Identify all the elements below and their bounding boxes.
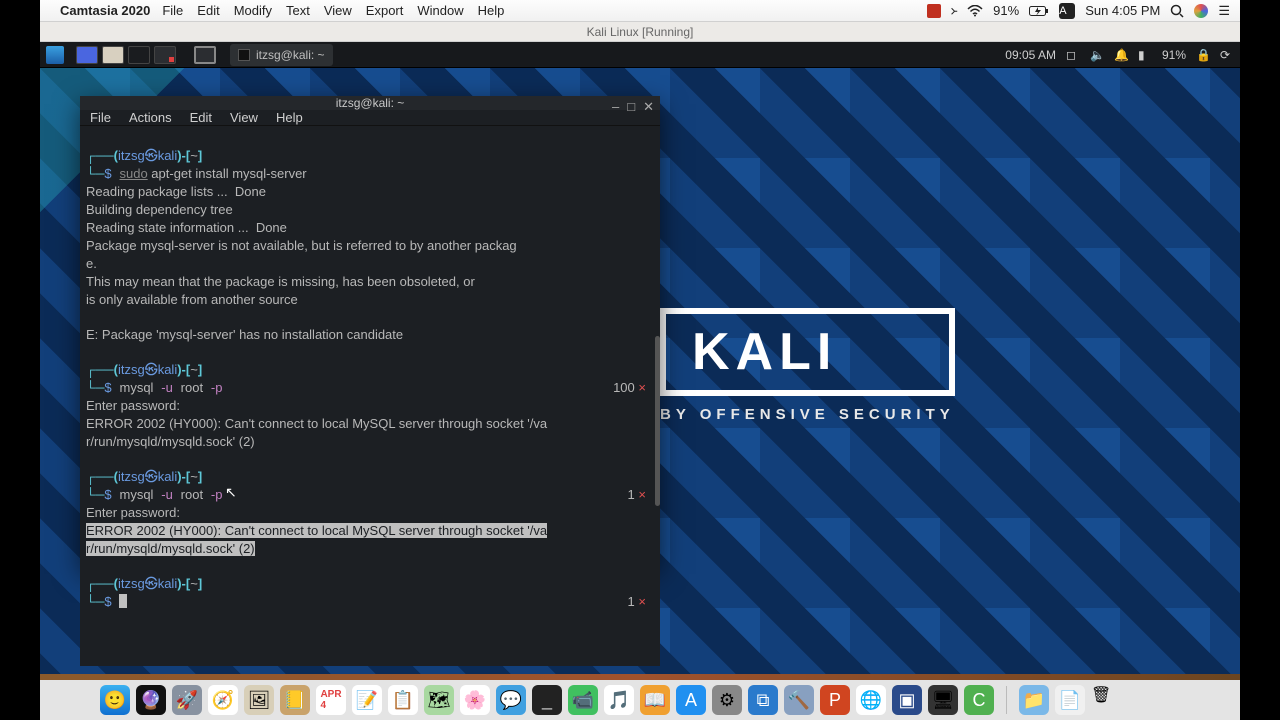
dock-screen-icon[interactable]: 🖥: [928, 685, 958, 715]
wifi-icon[interactable]: [967, 5, 983, 17]
taskbar-window-tab[interactable]: itzsg@kali: ~: [230, 44, 333, 66]
notifications-icon[interactable]: 🔔: [1114, 48, 1128, 62]
dock-terminal-icon[interactable]: _: [532, 685, 562, 715]
account-icon[interactable]: [1194, 4, 1208, 18]
mouse-pointer-icon: ↖: [225, 484, 237, 501]
dock-photos-icon[interactable]: 🌸: [460, 685, 490, 715]
dock-launchpad-icon[interactable]: 🚀: [172, 685, 202, 715]
term-menu-actions[interactable]: Actions: [129, 110, 172, 125]
dock-virtualbox-icon[interactable]: ▣: [892, 685, 922, 715]
mac-menu-file[interactable]: File: [162, 3, 183, 18]
mac-app-name[interactable]: Camtasia 2020: [60, 3, 150, 18]
power-icon[interactable]: ⟳: [1220, 48, 1234, 62]
notification-center-icon[interactable]: ☰: [1218, 3, 1230, 19]
dock-finder-icon[interactable]: 🙂: [100, 685, 130, 715]
volume-icon[interactable]: 🔈: [1090, 48, 1104, 62]
cursor-block: [119, 594, 127, 608]
dock-xcode-icon[interactable]: 🔨: [784, 685, 814, 715]
terminal-mini-icon: [238, 49, 250, 61]
taskbar-window-label: itzsg@kali: ~: [256, 48, 325, 62]
mac-menu-window[interactable]: Window: [417, 3, 463, 18]
terminal-body[interactable]: ┌──(itzsg㉿kali)-[~] └─$ sudo apt-get ins…: [80, 126, 660, 666]
mac-menu-edit[interactable]: Edit: [197, 3, 219, 18]
dock-chrome-icon[interactable]: 🌐: [856, 685, 886, 715]
mac-menu-text[interactable]: Text: [286, 3, 310, 18]
kali-logo-text: KALI: [660, 308, 955, 396]
bluetooth-icon[interactable]: ᚛: [951, 3, 958, 19]
minimize-icon[interactable]: –: [612, 99, 619, 115]
mac-clock[interactable]: Sun 4:05 PM: [1085, 3, 1160, 18]
dock-notes-icon[interactable]: 📝: [352, 685, 382, 715]
taskbar-active-term-icon[interactable]: [194, 46, 216, 64]
charging-icon: [1029, 5, 1049, 17]
kali-logo-subtitle: BY OFFENSIVE SECURITY: [660, 406, 955, 423]
mac-menu-export[interactable]: Export: [366, 3, 404, 18]
dock-messages-icon[interactable]: 💬: [496, 685, 526, 715]
vm-window-title: Kali Linux [Running]: [40, 22, 1240, 42]
taskbar-app-1[interactable]: [76, 46, 98, 64]
term-menu-file[interactable]: File: [90, 110, 111, 125]
dock-preview-icon[interactable]: 🖼: [244, 685, 274, 715]
kali-menu-icon[interactable]: [46, 46, 64, 64]
mac-menu-view[interactable]: View: [324, 3, 352, 18]
term-menu-view[interactable]: View: [230, 110, 258, 125]
dock-camtasia-icon[interactable]: C: [964, 685, 994, 715]
dock-vscode-icon[interactable]: ⧉: [748, 685, 778, 715]
kali-clock[interactable]: 09:05 AM: [1005, 48, 1056, 62]
dock-folder-icon[interactable]: 📁: [1019, 685, 1049, 715]
recording-icon[interactable]: [927, 4, 941, 18]
terminal-titlebar[interactable]: itzsg@kali: ~ – □ ✕: [80, 96, 660, 110]
dock-reminders-icon[interactable]: 📋: [388, 685, 418, 715]
term-menu-help[interactable]: Help: [276, 110, 303, 125]
mac-dock: 🙂 🔮 🚀 🧭 🖼 📒 APR4 📝 📋 🗺 🌸 💬 _ 📹 🎵 📖 A ⚙ ⧉…: [40, 680, 1240, 720]
terminal-title-text: itzsg@kali: ~: [336, 96, 405, 110]
close-icon[interactable]: ✕: [643, 99, 654, 115]
dock-calendar-icon[interactable]: APR4: [316, 685, 346, 715]
mac-menu-modify[interactable]: Modify: [234, 3, 272, 18]
spotlight-icon[interactable]: [1170, 4, 1184, 18]
dock-powerpoint-icon[interactable]: P: [820, 685, 850, 715]
maximize-icon[interactable]: □: [627, 99, 635, 115]
mac-menubar: Camtasia 2020 File Edit Modify Text View…: [40, 0, 1240, 22]
kali-top-panel: itzsg@kali: ~ 09:05 AM ◻ 🔈 🔔 ▮ 91% 🔒 ⟳: [40, 42, 1240, 68]
dock-separator: [1006, 686, 1007, 714]
dock-siri-icon[interactable]: 🔮: [136, 685, 166, 715]
taskbar-files-icon[interactable]: [102, 46, 124, 64]
dock-itunes-icon[interactable]: 🎵: [604, 685, 634, 715]
lock-icon[interactable]: 🔒: [1196, 48, 1210, 62]
terminal-window: itzsg@kali: ~ – □ ✕ File Actions Edit Vi…: [80, 96, 660, 566]
terminal-menubar: File Actions Edit View Help: [80, 110, 660, 126]
dock-contacts-icon[interactable]: 📒: [280, 685, 310, 715]
kali-logo: KALI BY OFFENSIVE SECURITY: [660, 308, 955, 423]
dock-facetime-icon[interactable]: 📹: [568, 685, 598, 715]
mac-menu-help[interactable]: Help: [478, 3, 505, 18]
dock-trash-icon[interactable]: 🗑: [1091, 685, 1119, 715]
dock-maps-icon[interactable]: 🗺: [424, 685, 454, 715]
dock-appstore-icon[interactable]: A: [676, 685, 706, 715]
scrollbar[interactable]: [655, 336, 660, 506]
kali-battery: 91%: [1162, 48, 1186, 62]
input-source-icon[interactable]: A: [1059, 3, 1075, 19]
mac-battery-pct: 91%: [993, 3, 1019, 18]
dock-settings-icon[interactable]: ⚙: [712, 685, 742, 715]
kali-desktop: KALI BY OFFENSIVE SECURITY itzsg@kali: ~…: [40, 68, 1240, 674]
dock-books-icon[interactable]: 📖: [640, 685, 670, 715]
taskbar-app-4[interactable]: [154, 46, 176, 64]
dock-doc-icon[interactable]: 📄: [1055, 685, 1085, 715]
workspace-icon[interactable]: ◻: [1066, 48, 1080, 62]
taskbar-terminal-icon[interactable]: [128, 46, 150, 64]
battery-icon[interactable]: ▮: [1138, 48, 1152, 62]
dock-safari-icon[interactable]: 🧭: [208, 685, 238, 715]
term-menu-edit[interactable]: Edit: [190, 110, 212, 125]
